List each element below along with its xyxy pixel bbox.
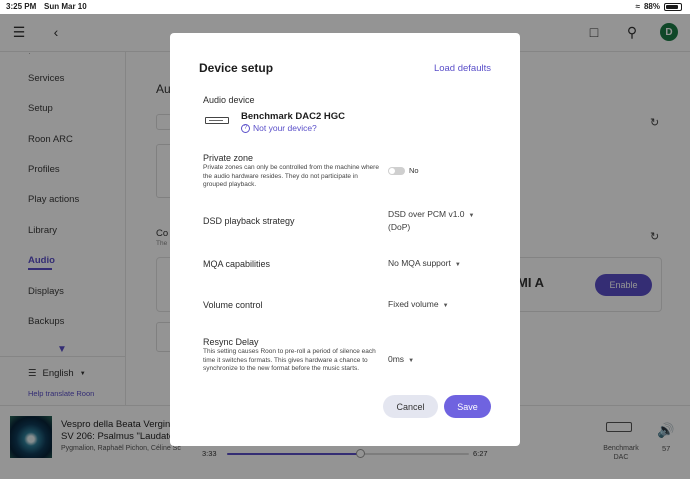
device-setup-dialog: Device setup Load defaults Audio device …	[170, 33, 520, 446]
caret-down-icon: ▼	[468, 213, 475, 219]
mqa-value: No MQA support	[388, 258, 451, 268]
dsd-strategy-label: DSD playback strategy	[203, 216, 295, 226]
private-zone-label: Private zone	[203, 153, 254, 163]
audio-device-label: Audio device	[203, 95, 255, 105]
resync-delay-label: Resync Delay	[203, 337, 259, 347]
caret-down-icon: ▼	[454, 262, 461, 268]
mqa-label: MQA capabilities	[203, 259, 271, 269]
volume-control-value: Fixed volume	[388, 299, 439, 309]
question-icon: ?	[241, 123, 250, 133]
status-time: 3:25 PM	[6, 2, 37, 11]
private-zone-toggle[interactable]	[388, 167, 405, 175]
status-right: ≈ 88%	[636, 2, 682, 11]
dsd-strategy-select[interactable]: DSD over PCM v1.0 ▼ (DoP)	[388, 209, 474, 233]
dac-device-icon	[205, 117, 229, 124]
dialog-title: Device setup	[199, 61, 274, 75]
private-zone-description: Private zones can only be controlled fro…	[203, 164, 379, 188]
device-name: Benchmark DAC2 HGC	[241, 111, 345, 122]
roon-settings-screen: 3:25 PM Sun Mar 10 ≈ 88% ☰ ‹ □ ⚲ D · Ser…	[0, 0, 690, 479]
cancel-button[interactable]: Cancel	[383, 395, 438, 418]
battery-percent: 88%	[643, 2, 660, 11]
resync-delay-description: This setting causes Roon to pre-roll a p…	[203, 348, 376, 372]
dsd-value-line1: DSD over PCM v1.0	[388, 209, 465, 219]
mqa-select[interactable]: No MQA support ▼	[388, 258, 461, 271]
caret-down-icon: ▼	[408, 358, 415, 364]
caret-down-icon: ▼	[442, 303, 449, 309]
battery-icon	[664, 2, 682, 11]
resync-delay-value: 0ms	[388, 354, 405, 364]
wifi-icon: ≈	[635, 2, 640, 11]
dsd-value-line2: (DoP)	[388, 222, 411, 232]
status-date: Sun Mar 10	[44, 2, 87, 11]
volume-control-label: Volume control	[203, 300, 263, 310]
not-your-device-text: Not your device?	[253, 123, 317, 133]
load-defaults-link[interactable]: Load defaults	[434, 63, 491, 74]
not-your-device-link[interactable]: ? Not your device?	[241, 123, 317, 133]
resync-delay-select[interactable]: 0ms ▼	[388, 354, 414, 367]
status-bar: 3:25 PM Sun Mar 10 ≈ 88%	[0, 0, 690, 14]
save-button[interactable]: Save	[444, 395, 491, 418]
volume-control-select[interactable]: Fixed volume ▼	[388, 299, 449, 312]
private-zone-value: No	[409, 166, 419, 175]
